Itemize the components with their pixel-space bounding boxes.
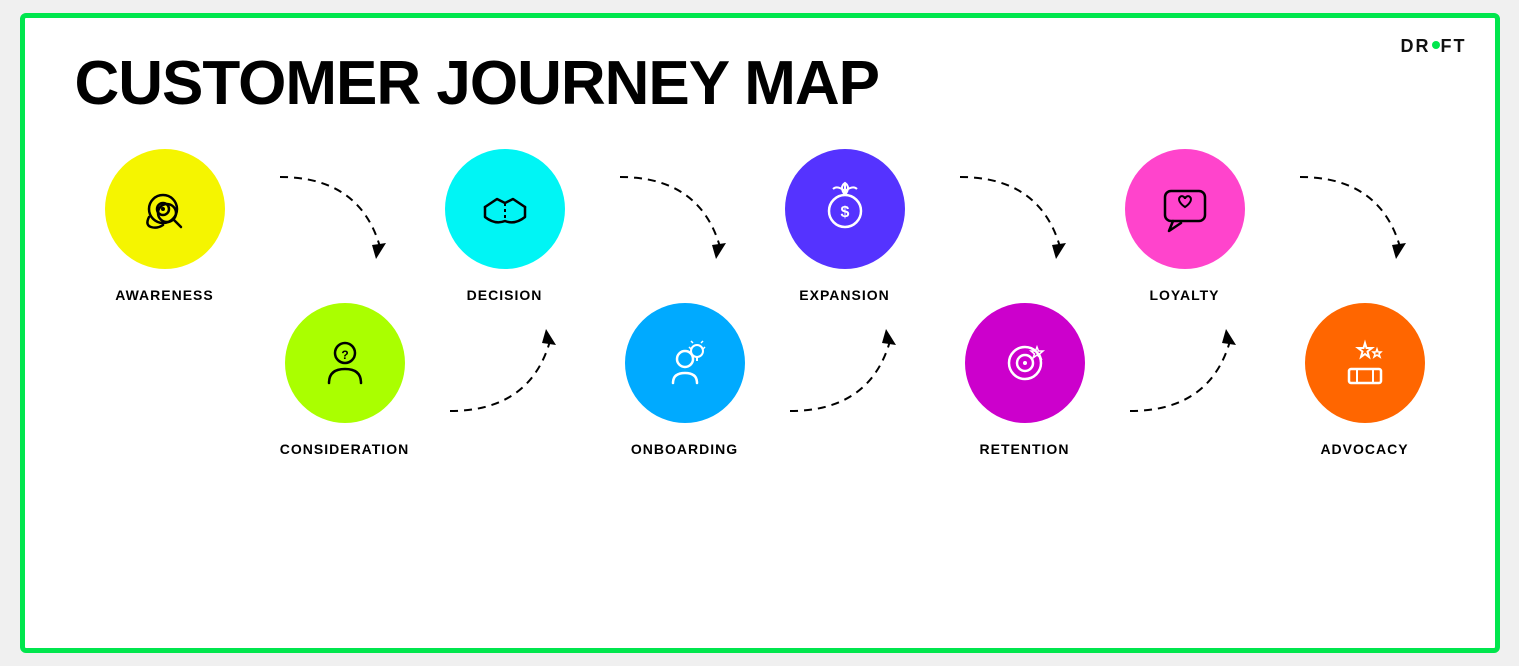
label-decision: DECISION (467, 287, 543, 303)
journey-map: AWARENESS DECISION (75, 149, 1445, 457)
circle-consideration: ? (285, 303, 405, 423)
stage-advocacy: ADVOCACY (1275, 303, 1455, 457)
circle-advocacy (1305, 303, 1425, 423)
arrow-3 (595, 157, 755, 277)
svg-text:$: $ (840, 204, 849, 221)
brand-logo: DRFT (1401, 36, 1467, 57)
arrow-6 (1095, 311, 1275, 431)
stage-loyalty: LOYALTY (1095, 149, 1275, 303)
arrow-2 (415, 311, 595, 431)
stage-awareness: AWARENESS (75, 149, 255, 303)
stage-decision: DECISION (415, 149, 595, 303)
circle-loyalty (1125, 149, 1245, 269)
circle-onboarding (625, 303, 745, 423)
label-expansion: EXPANSION (799, 287, 889, 303)
label-advocacy: ADVOCACY (1320, 441, 1408, 457)
label-consideration: CONSIDERATION (280, 441, 409, 457)
page-title: CUSTOMER JOURNEY MAP (75, 48, 1445, 119)
label-loyalty: LOYALTY (1149, 287, 1219, 303)
stage-expansion: $ EXPANSION (755, 149, 935, 303)
label-retention: RETENTION (980, 441, 1070, 457)
stage-consideration: ? CONSIDERATION (255, 303, 435, 457)
label-onboarding: ONBOARDING (631, 441, 738, 457)
circle-expansion: $ (785, 149, 905, 269)
arrow-5 (935, 157, 1095, 277)
circle-decision (445, 149, 565, 269)
circle-retention (965, 303, 1085, 423)
svg-text:?: ? (341, 348, 348, 362)
stage-onboarding: ONBOARDING (595, 303, 775, 457)
arrow-4 (755, 311, 935, 431)
arrow-1 (255, 157, 415, 277)
label-awareness: AWARENESS (115, 287, 213, 303)
stage-retention: RETENTION (935, 303, 1115, 457)
circle-awareness (105, 149, 225, 269)
main-card: DRFT CUSTOMER JOURNEY MAP AWARENESS (20, 13, 1500, 653)
arrow-7 (1275, 157, 1435, 277)
